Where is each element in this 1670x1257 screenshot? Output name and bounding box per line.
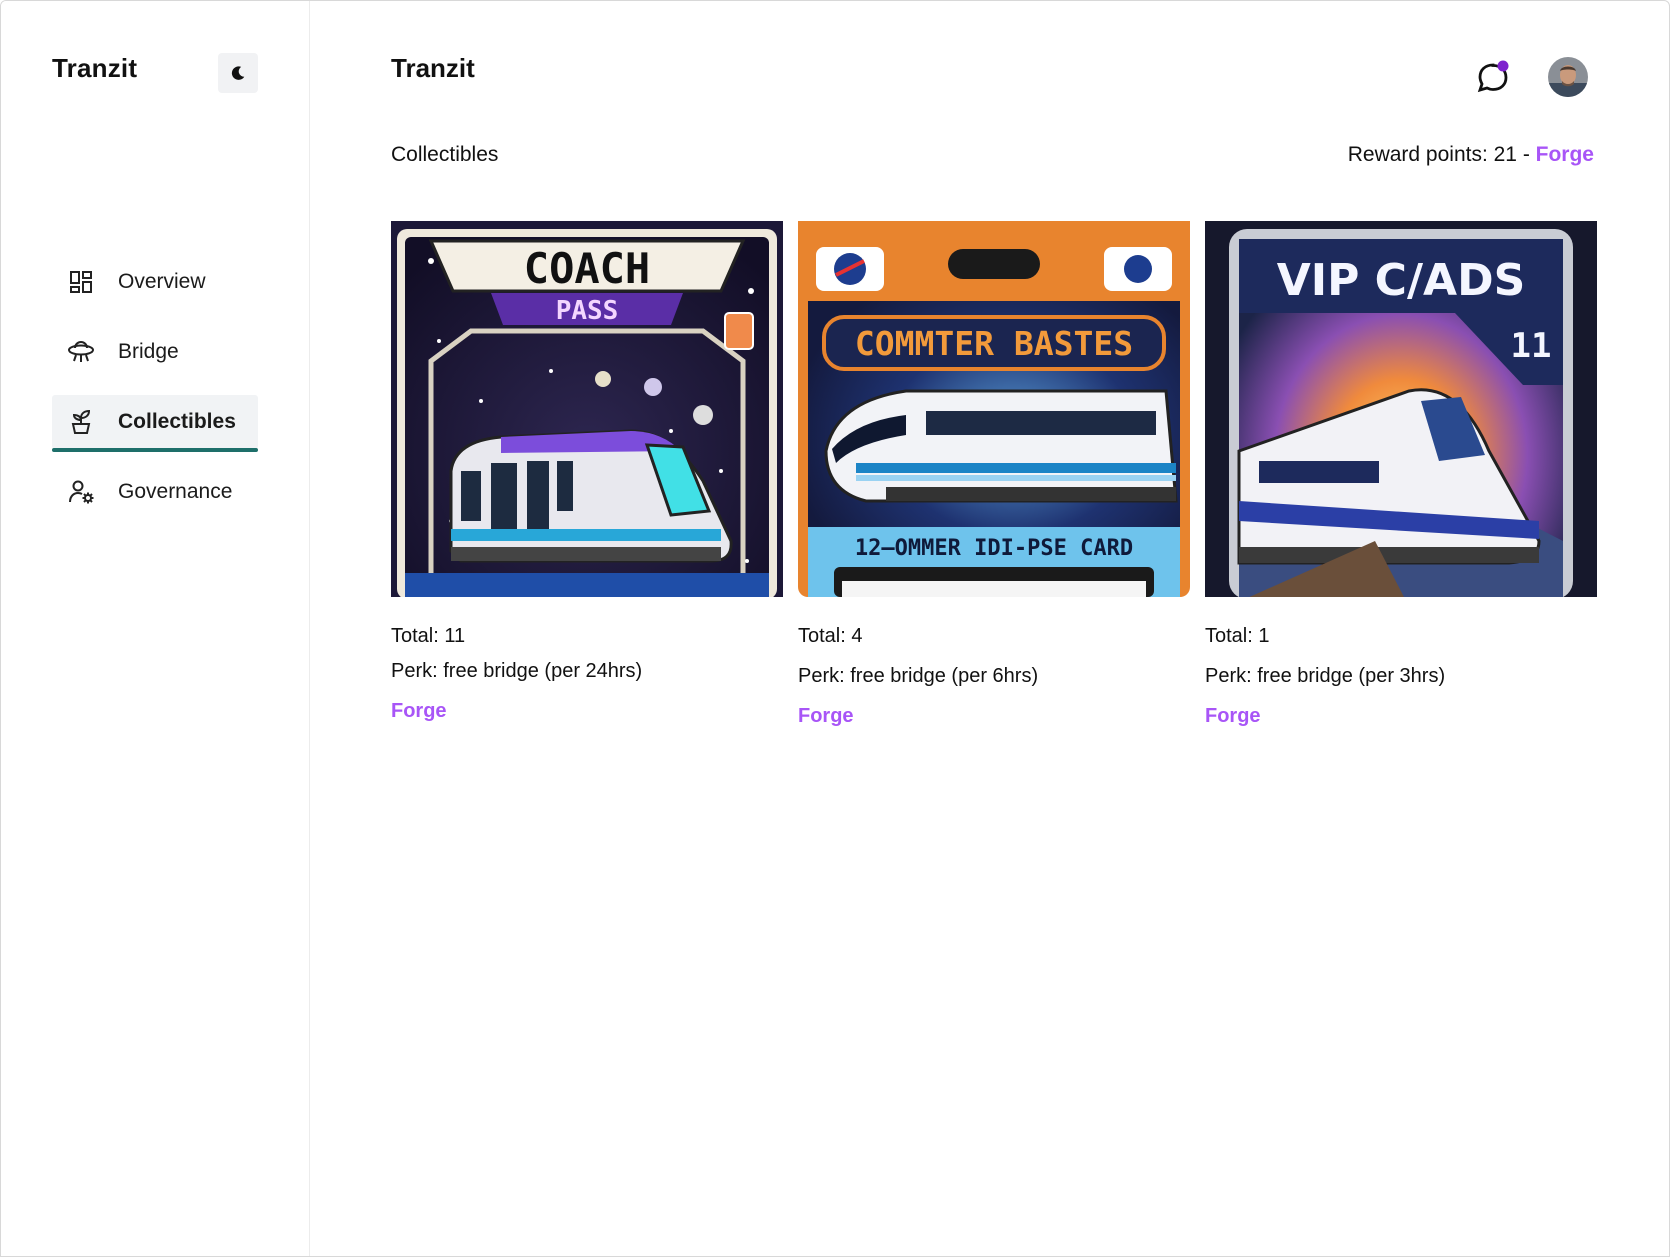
sidebar-item-governance[interactable]: Governance xyxy=(52,465,258,519)
users-gear-icon xyxy=(66,477,96,507)
card-forge-link[interactable]: Forge xyxy=(1205,705,1261,728)
commuter-card-image[interactable]: COMMTER BASTES 12—OMMER IDI-PSE CARD xyxy=(798,221,1190,597)
card-total: Total: 1 xyxy=(1205,625,1270,647)
page-title: Tranzit xyxy=(391,53,475,83)
card-perk: Perk: free bridge (per 3hrs) xyxy=(1205,665,1446,687)
card-total: Total: 4 xyxy=(798,625,863,647)
card-forge-link[interactable]: Forge xyxy=(798,705,854,728)
card-total: Total: 11 xyxy=(391,625,466,647)
moon-icon xyxy=(231,66,245,80)
coach-card-title: COACH xyxy=(524,244,650,293)
sidebar: Tranzit Overview Bridge Collectibles Gov… xyxy=(1,1,310,1256)
card-perk: Perk: free bridge (per 24hrs) xyxy=(391,660,643,682)
vip-card-title: VIP C/ADS xyxy=(1277,255,1526,306)
card-perk: Perk: free bridge (per 6hrs) xyxy=(798,665,1039,687)
card-forge-link[interactable]: Forge xyxy=(391,700,447,723)
reward-forge-link[interactable]: Forge xyxy=(1536,143,1594,166)
plant-icon xyxy=(66,407,96,437)
sidebar-item-label: Overview xyxy=(118,270,206,293)
coach-pass-card-image[interactable]: COACH PASS xyxy=(391,221,783,597)
chat-bubble-icon xyxy=(1477,60,1509,93)
commuter-card-title: COMMTER BASTES xyxy=(855,324,1133,363)
sidebar-item-overview[interactable]: Overview xyxy=(52,255,258,309)
avatar[interactable] xyxy=(1548,57,1588,97)
coach-card-subtitle: PASS xyxy=(556,296,619,326)
collectible-card: VIP C/ADS 11 Total: 1 Perk: free bridge … xyxy=(1205,221,1597,727)
sidebar-item-label: Governance xyxy=(118,480,233,503)
theme-toggle-button[interactable] xyxy=(218,53,258,93)
section-label: Collectibles xyxy=(391,143,499,166)
bridge-ufo-icon xyxy=(66,337,96,367)
sidebar-brand: Tranzit xyxy=(52,53,138,83)
vip-card-image[interactable]: VIP C/ADS 11 xyxy=(1205,221,1597,597)
commuter-card-subtitle: 12—OMMER IDI-PSE CARD xyxy=(855,536,1133,561)
sidebar-nav: Overview Bridge Collectibles Governance xyxy=(52,255,258,535)
sidebar-item-label: Bridge xyxy=(118,340,179,363)
sidebar-item-bridge[interactable]: Bridge xyxy=(52,325,258,379)
vip-card-number: 11 xyxy=(1511,326,1552,366)
sidebar-item-label: Collectibles xyxy=(118,410,236,433)
collectible-card: COMMTER BASTES 12—OMMER IDI-PSE CARD Tot xyxy=(798,221,1190,727)
notifications-button[interactable] xyxy=(1473,57,1513,97)
app-window: Tranzit Overview Bridge Collectibles Gov… xyxy=(0,0,1670,1257)
reward-points-text: Reward points: 21 - xyxy=(1347,143,1536,166)
collectible-card: COACH PASS Total: 11 Perk: free bridge (… xyxy=(391,221,783,722)
sidebar-item-collectibles[interactable]: Collectibles xyxy=(52,395,258,452)
main-content: Tranzit Collectibles Reward points: 21 -… xyxy=(311,1,1669,1256)
user-avatar xyxy=(1548,57,1588,97)
reward-points: Reward points: 21 - Forge xyxy=(1348,143,1594,167)
grid-icon xyxy=(66,267,96,297)
